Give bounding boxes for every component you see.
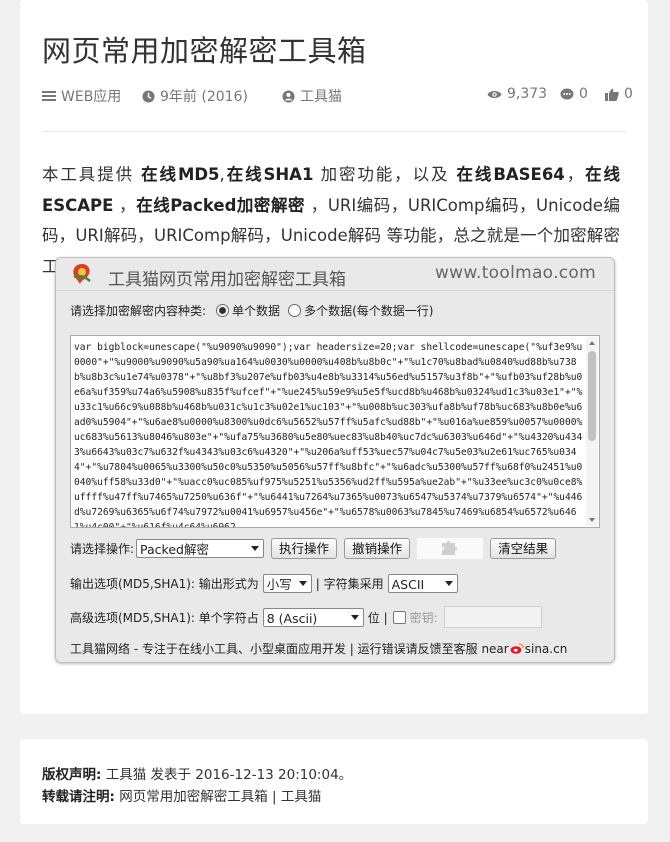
like-button[interactable]: 0 <box>605 86 633 102</box>
key-label: 密钥: <box>409 610 438 625</box>
user-icon <box>282 89 295 103</box>
tool-site-url[interactable]: www.toolmao.com <box>435 263 596 283</box>
meta-category[interactable]: WEB应用 <box>42 86 121 106</box>
intro-sep2: ， <box>564 165 586 184</box>
intro-sha1: 在线SHA1 <box>224 165 314 184</box>
radio-single-label[interactable]: 单个数据 <box>232 302 280 319</box>
thumbs-up-icon <box>605 88 619 101</box>
tool-footer-text: 工具猫网络 - 专注于在线小工具、小型桌面应用开发 | 运行错误请反馈至客服 n… <box>70 642 509 656</box>
advanced-options-row: 高级选项(MD5,SHA1): 单个字符占 8 (Ascii) 位 | 密钥: <box>70 606 542 628</box>
meta-comments-count: 0 <box>579 86 588 102</box>
meta-time: 9年前 (2016) <box>142 86 248 106</box>
output-options-label: 输出选项(MD5,SHA1): 输出形式为 <box>70 577 259 591</box>
key-checkbox[interactable] <box>392 610 406 624</box>
page-title: 网页常用加密解密工具箱 <box>42 34 367 68</box>
bits-select[interactable]: 8 (Ascii) <box>262 607 364 627</box>
textarea-content: var bigblock=unescape("%u9090%u9090");va… <box>74 342 583 528</box>
comment-icon <box>560 88 574 99</box>
reprint-link[interactable]: 网页常用加密解密工具箱 | 工具猫 <box>119 789 321 805</box>
clear-result-button[interactable]: 清空结果 <box>490 538 557 559</box>
meta-likes-count: 0 <box>624 86 633 102</box>
meta-time-label: 9年前 (2016) <box>160 89 248 105</box>
scroll-up-arrow-icon[interactable] <box>589 341 595 345</box>
data-type-row: 请选择加密解密内容种类: 单个数据 多个数据(每个数据一行) <box>70 302 433 319</box>
toolmao-logo-icon <box>73 264 91 284</box>
scroll-down-arrow-icon[interactable] <box>589 518 595 522</box>
intro-packed: 在线Packed加密解密 <box>136 195 306 215</box>
crypto-tool-widget: 工具猫网页常用加密解密工具箱 www.toolmao.com 请选择加密解密内容… <box>55 257 615 663</box>
copyright-card: 版权声明: 工具猫 发表于 2016-12-13 20:10:04。 转载请注明… <box>20 739 648 824</box>
copyright-text: 工具猫 发表于 2016-12-13 20:10:04。 <box>105 767 353 783</box>
meta-comments[interactable]: 0 <box>560 86 588 102</box>
operation-select[interactable]: Packed解密 <box>136 539 265 558</box>
article-card: 网页常用加密解密工具箱 WEB应用 9年前 (2016) 工具猫 9,373 0… <box>20 0 648 714</box>
operation-row: 请选择操作: Packed解密 执行操作 撤销操作 清空结果 <box>70 538 557 559</box>
plugin-placeholder <box>417 538 484 559</box>
charset-select[interactable]: ASCII <box>387 574 458 593</box>
tool-footer: 工具猫网络 - 专注于在线小工具、小型桌面应用开发 | 运行错误请反馈至客服 n… <box>70 640 567 657</box>
title-divider <box>42 131 626 132</box>
meta-category-label: WEB应用 <box>61 89 122 105</box>
meta-author-label: 工具猫 <box>300 89 342 105</box>
data-type-label: 请选择加密解密内容种类: <box>70 304 207 318</box>
meta-author[interactable]: 工具猫 <box>282 86 342 106</box>
intro-prefix: 本工具提供 <box>42 165 142 184</box>
case-select[interactable]: 小写 <box>262 574 312 593</box>
puzzle-icon <box>442 540 458 555</box>
advanced-options-label: 高级选项(MD5,SHA1): 单个字符占 <box>70 610 259 625</box>
radio-multi-label[interactable]: 多个数据(每个数据一行) <box>304 302 433 319</box>
article-meta: WEB应用 9年前 (2016) 工具猫 9,373 0 0 <box>42 86 633 106</box>
execute-button[interactable]: 执行操作 <box>271 538 338 559</box>
intro-mid: 加密功能，以及 <box>313 165 457 184</box>
radio-multi[interactable] <box>288 304 302 317</box>
radio-single[interactable] <box>216 304 230 317</box>
scrollbar-thumb[interactable] <box>588 351 596 441</box>
undo-button[interactable]: 撤销操作 <box>344 538 411 559</box>
key-input[interactable] <box>443 606 542 628</box>
copyright-label: 版权声明: <box>42 767 102 783</box>
intro-sep3: ， <box>113 195 137 215</box>
reprint-line: 转载请注明: 网页常用加密解密工具箱 | 工具猫 <box>42 785 321 805</box>
tool-footer-mail[interactable]: sina.cn <box>525 642 568 656</box>
meta-views-count: 9,373 <box>507 86 548 102</box>
input-textarea[interactable]: var bigblock=unescape("%u9090%u9090");va… <box>70 335 600 528</box>
copyright-line: 版权声明: 工具猫 发表于 2016-12-13 20:10:04。 <box>42 763 352 783</box>
textarea-scrollbar[interactable] <box>586 337 598 526</box>
charset-label: | 字符集采用 <box>315 577 384 591</box>
intro-md5: 在线MD5 <box>141 165 220 184</box>
bits-unit-label: 位 | <box>367 610 388 625</box>
eye-icon <box>487 90 502 98</box>
tool-title: 工具猫网页常用加密解密工具箱 <box>108 270 346 290</box>
output-options-row: 输出选项(MD5,SHA1): 输出形式为 小写 | 字符集采用 ASCII <box>70 574 458 593</box>
weibo-icon <box>510 643 524 654</box>
list-icon <box>42 91 56 101</box>
tool-header: 工具猫网页常用加密解密工具箱 www.toolmao.com <box>56 258 614 291</box>
intro-base64: 在线BASE64 <box>456 165 565 184</box>
operation-label: 请选择操作: <box>70 542 135 556</box>
clock-icon <box>142 89 155 103</box>
meta-views: 9,373 <box>487 86 547 102</box>
reprint-label: 转载请注明: <box>42 789 115 805</box>
